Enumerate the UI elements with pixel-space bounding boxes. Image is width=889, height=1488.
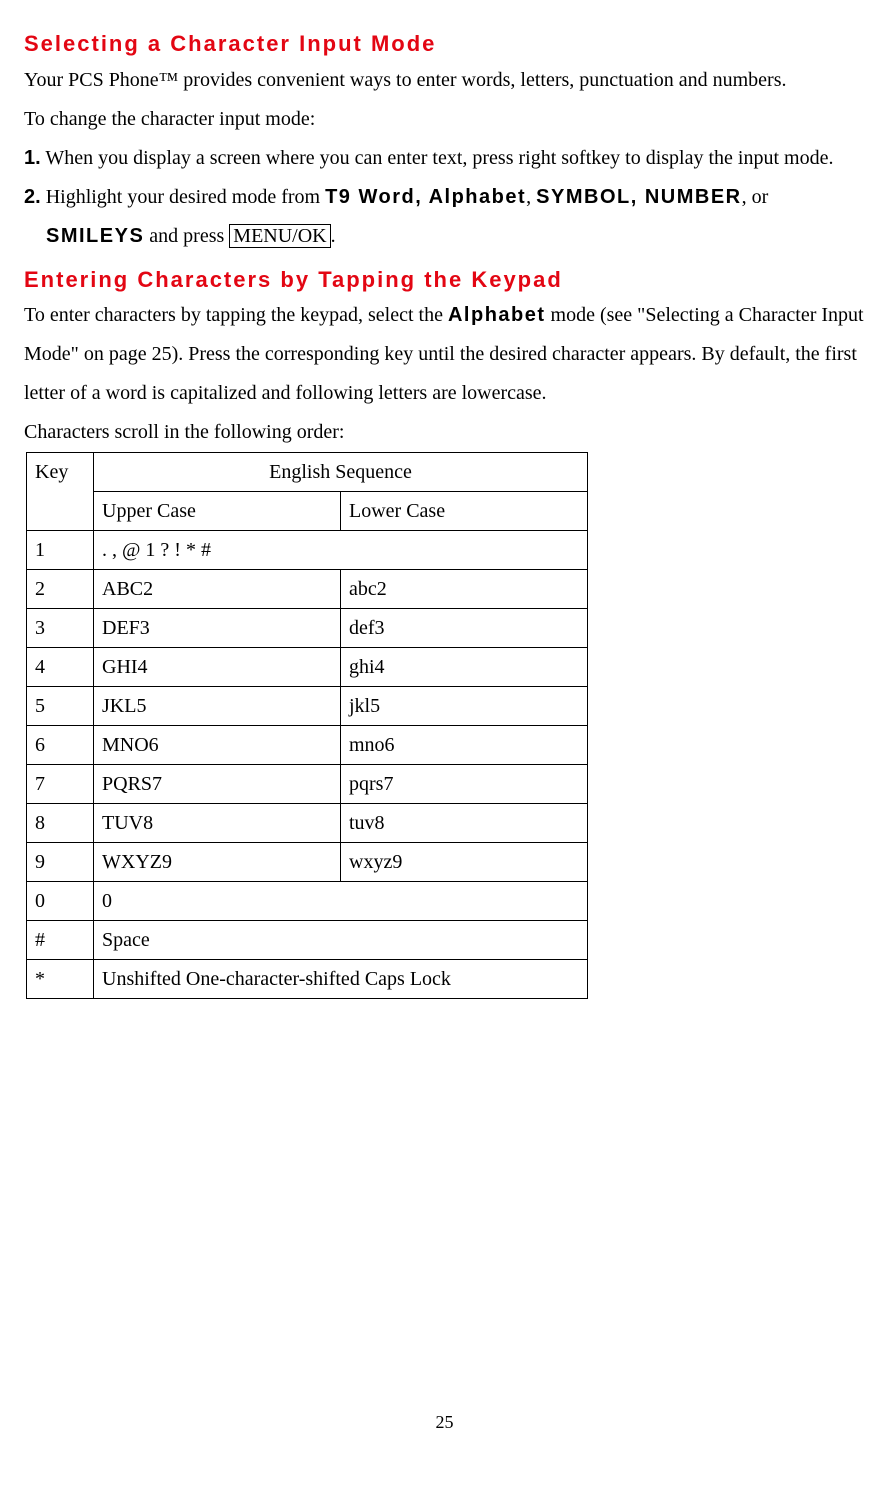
page-number: 25 [24,1405,865,1440]
page: Selecting a Character Input Mode Your PC… [24,30,865,1458]
step-1: 1. When you display a screen where you c… [24,139,865,178]
step-1-text: When you display a screen where you can … [41,147,834,169]
table-row: #Space [27,921,588,960]
table-row: 4GHI4ghi4 [27,648,588,687]
comma2: , or [742,186,769,208]
menu-ok-button: MENU/OK [229,224,330,248]
cell-lower: jkl5 [341,687,588,726]
cell-upper: JKL5 [94,687,341,726]
cell-lower: ghi4 [341,648,588,687]
cell-key: 4 [27,648,94,687]
cell-upper: ABC2 [94,570,341,609]
cell-key: 3 [27,609,94,648]
cell-key: 9 [27,843,94,882]
th-lower: Lower Case [341,492,588,531]
table-row: 9WXYZ9wxyz9 [27,843,588,882]
table-row: *Unshifted One-character-shifted Caps Lo… [27,960,588,999]
table-row: 6MNO6mno6 [27,726,588,765]
cell-upper: GHI4 [94,648,341,687]
step-2: 2. Highlight your desired mode from T9 W… [24,178,865,256]
cell-upper: DEF3 [94,609,341,648]
character-table: Key English Sequence Upper Case Lower Ca… [26,452,588,999]
table-row: 8TUV8tuv8 [27,804,588,843]
cell-upper: PQRS7 [94,765,341,804]
period: . [331,225,336,247]
cell-upper: TUV8 [94,804,341,843]
mode-t9-alphabet: T9 Word, Alphabet [325,186,526,208]
table-subheader-row: Upper Case Lower Case [27,492,588,531]
cell-upper: WXYZ9 [94,843,341,882]
para-change: To change the character input mode: [24,100,865,139]
cell-span: Unshifted One-character-shifted Caps Loc… [94,960,588,999]
para-tapping-a: To enter characters by tapping the keypa… [24,304,448,326]
table-row: 1. , @ 1 ? ! * # [27,531,588,570]
table-row: 5JKL5jkl5 [27,687,588,726]
th-upper: Upper Case [94,492,341,531]
cell-key: 5 [27,687,94,726]
heading-tapping-keypad: Entering Characters by Tapping the Keypa… [24,266,865,295]
step-2-text-b: and press [144,225,229,247]
cell-key: 0 [27,882,94,921]
cell-lower: def3 [341,609,588,648]
table-row: 3DEF3def3 [27,609,588,648]
cell-lower: abc2 [341,570,588,609]
cell-key: # [27,921,94,960]
mode-symbol-number: SYMBOL, NUMBER [536,186,741,208]
cell-span: . , @ 1 ? ! * # [94,531,588,570]
cell-key: 8 [27,804,94,843]
table-row: 00 [27,882,588,921]
comma1: , [526,186,536,208]
table-header-row: Key English Sequence [27,453,588,492]
cell-key: 1 [27,531,94,570]
alphabet-mode: Alphabet [448,304,546,326]
th-english-sequence: English Sequence [94,453,588,492]
cell-span: Space [94,921,588,960]
th-key: Key [27,453,94,531]
step-2-num: 2. [24,186,41,208]
mode-smileys: SMILEYS [46,225,144,247]
table-row: 7PQRS7pqrs7 [27,765,588,804]
cell-span: 0 [94,882,588,921]
cell-key: 2 [27,570,94,609]
cell-lower: mno6 [341,726,588,765]
cell-key: * [27,960,94,999]
cell-key: 7 [27,765,94,804]
step-2-text-a: Highlight your desired mode from [41,186,325,208]
para-tapping: To enter characters by tapping the keypa… [24,296,865,413]
step-1-num: 1. [24,147,41,169]
cell-key: 6 [27,726,94,765]
cell-lower: tuv8 [341,804,588,843]
cell-lower: wxyz9 [341,843,588,882]
para-scroll-order: Characters scroll in the following order… [24,413,865,452]
cell-lower: pqrs7 [341,765,588,804]
para-intro: Your PCS Phone™ provides convenient ways… [24,61,865,100]
cell-upper: MNO6 [94,726,341,765]
table-row: 2ABC2abc2 [27,570,588,609]
heading-select-mode: Selecting a Character Input Mode [24,30,865,59]
